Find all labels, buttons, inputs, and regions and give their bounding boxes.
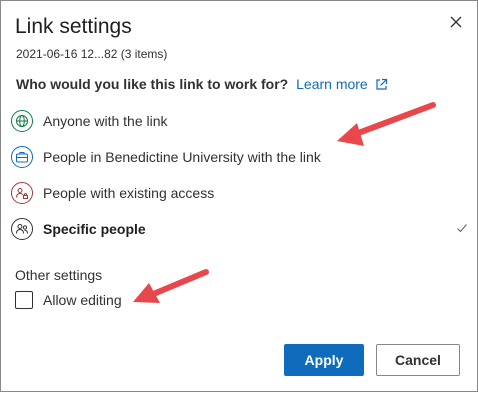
globe-icon: [11, 110, 33, 132]
dialog-title: Link settings: [15, 15, 132, 38]
checkmark-icon: [457, 224, 467, 233]
option-people-with-existing-access[interactable]: People with existing access: [10, 178, 468, 208]
option-anyone-with-link[interactable]: Anyone with the link: [10, 106, 468, 136]
option-specific-people[interactable]: Specific people: [10, 214, 468, 244]
question-text: Who would you like this link to work for…: [16, 76, 289, 92]
people-icon: [11, 218, 33, 240]
option-label: People with existing access: [43, 185, 215, 201]
link-scope-question: Who would you like this link to work for…: [16, 76, 388, 92]
allow-editing-row[interactable]: Allow editing: [15, 291, 122, 309]
allow-editing-checkbox[interactable]: [15, 291, 33, 309]
allow-editing-label: Allow editing: [43, 292, 122, 308]
cancel-button[interactable]: Cancel: [376, 344, 460, 376]
link-settings-dialog: Link settings 2021-06-16 12...82 (3 item…: [0, 0, 478, 392]
dialog-subtitle: 2021-06-16 12...82 (3 items): [16, 47, 168, 61]
close-icon[interactable]: [447, 13, 465, 31]
option-people-in-organization[interactable]: People in Benedictine University with th…: [10, 142, 468, 172]
option-label: Anyone with the link: [43, 113, 168, 129]
option-label: Specific people: [43, 221, 146, 237]
apply-button[interactable]: Apply: [284, 344, 364, 376]
option-label: People in Benedictine University with th…: [43, 149, 321, 165]
learn-more-label: Learn more: [296, 76, 368, 92]
briefcase-icon: [11, 146, 33, 168]
learn-more-link[interactable]: Learn more: [296, 76, 387, 92]
other-settings-heading: Other settings: [15, 267, 103, 283]
people-lock-icon: [11, 182, 33, 204]
external-link-icon: [376, 78, 387, 90]
